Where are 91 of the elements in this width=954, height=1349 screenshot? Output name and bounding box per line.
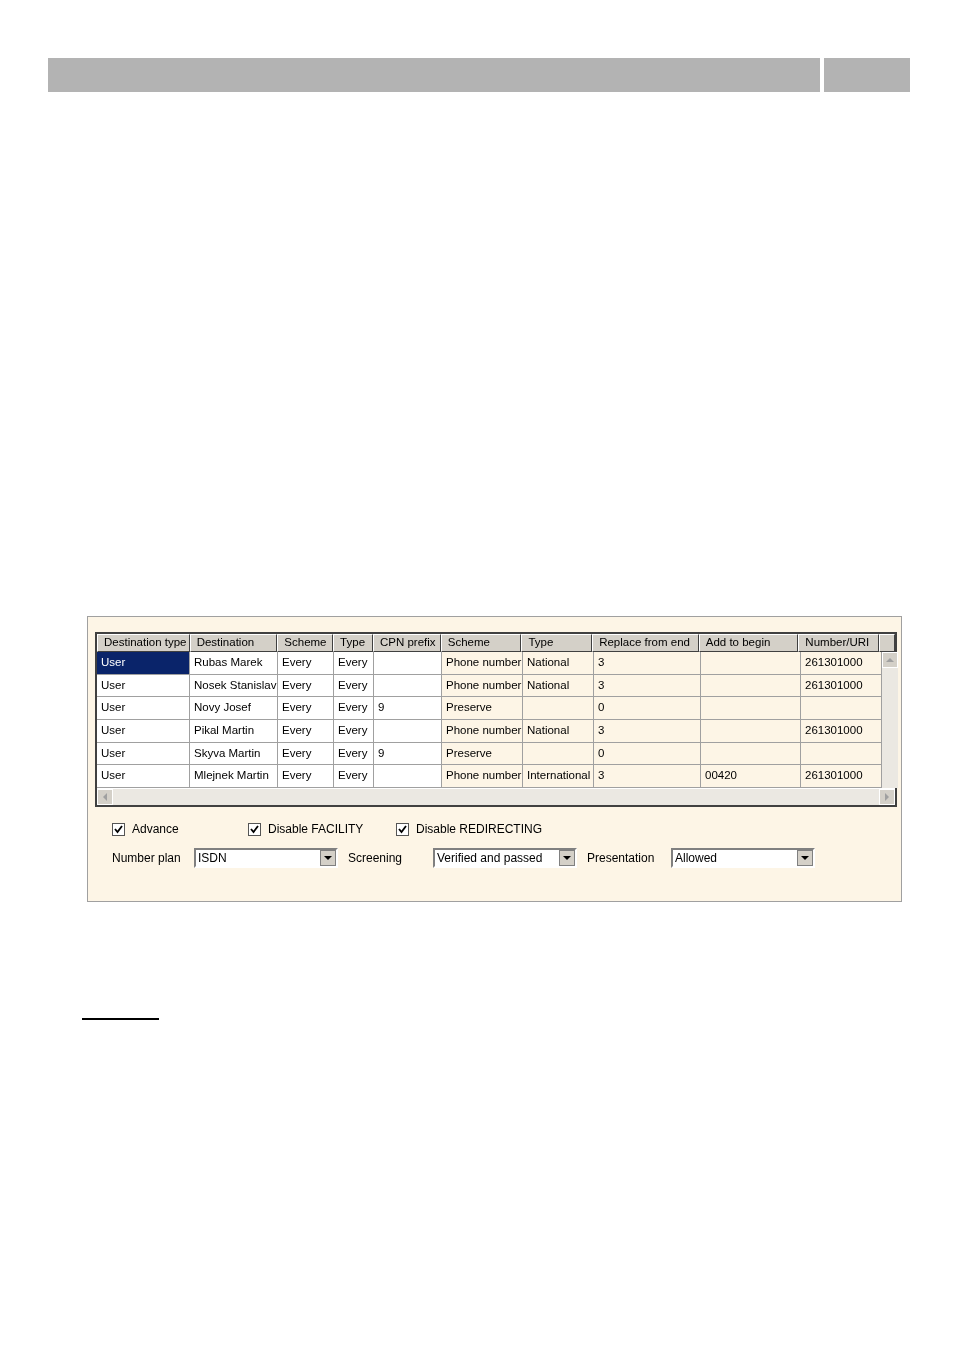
table-cell[interactable]: 0 (594, 742, 701, 766)
vertical-scrollbar[interactable] (882, 652, 898, 789)
horizontal-scrollbar[interactable] (97, 788, 895, 806)
column-header[interactable]: Destination (189, 634, 278, 652)
table-cell[interactable]: 3 (594, 765, 701, 789)
table-cell[interactable]: Preserve (442, 697, 523, 721)
table-cell[interactable]: Phone number (442, 652, 523, 675)
table-cell[interactable]: Preserve (442, 742, 523, 766)
table-cell[interactable] (374, 652, 442, 675)
table-cell[interactable]: 00420 (701, 765, 801, 789)
table-cell[interactable]: 9 (374, 697, 442, 721)
scroll-left-icon[interactable] (97, 789, 113, 806)
scroll-up-icon[interactable] (882, 652, 898, 668)
table-cell[interactable]: Every (278, 674, 334, 698)
column-header (879, 634, 895, 652)
table-cell[interactable]: User (97, 697, 190, 721)
table-cell[interactable]: Pikal Martin (190, 720, 278, 743)
field-label: Screening (348, 851, 404, 866)
table-cell[interactable]: Every (334, 674, 374, 698)
table-cell[interactable]: 0 (594, 697, 701, 721)
table-cell[interactable]: Every (278, 720, 334, 743)
column-header[interactable]: Scheme (277, 634, 334, 652)
table-cell[interactable] (701, 652, 801, 675)
scroll-right-icon[interactable] (879, 789, 895, 806)
table-cell[interactable] (801, 742, 882, 766)
table-cell[interactable]: Every (334, 765, 374, 789)
table-cell[interactable]: Every (278, 742, 334, 766)
table-cell[interactable]: User (97, 674, 190, 698)
column-header[interactable]: Type (333, 634, 373, 652)
caret-icon[interactable] (797, 850, 813, 867)
table-cell[interactable]: Mlejnek Martin (190, 765, 278, 789)
table-cell[interactable]: Phone number (442, 674, 523, 698)
column-header[interactable]: Replace from end (592, 634, 699, 652)
field-label: Number plan (112, 851, 182, 866)
table-cell[interactable]: 3 (594, 652, 701, 675)
table-cell[interactable] (374, 674, 442, 698)
table-cell[interactable]: Phone number (442, 720, 523, 743)
dropdown[interactable]: ISDN (194, 848, 338, 869)
table-cell[interactable] (523, 697, 594, 721)
dropdown[interactable]: Verified and passed (433, 848, 577, 869)
table-cell[interactable]: National (523, 720, 594, 743)
table-cell[interactable]: National (523, 652, 594, 675)
column-header[interactable]: Add to begin (698, 634, 799, 652)
table-cell[interactable]: User (97, 742, 190, 766)
table-cell[interactable] (701, 674, 801, 698)
table-cell[interactable]: User (97, 765, 190, 789)
table-cell[interactable] (701, 720, 801, 743)
table-cell[interactable]: 261301000 (801, 765, 882, 789)
table-cell[interactable]: Novy Josef (190, 697, 278, 721)
table-cell[interactable]: Skyva Martin (190, 742, 278, 766)
table-cell[interactable]: 261301000 (801, 674, 882, 698)
caret-icon[interactable] (559, 850, 575, 867)
column-header[interactable]: CPN prefix (372, 634, 441, 652)
caret-icon[interactable] (320, 850, 336, 867)
checkbox[interactable] (396, 822, 409, 836)
table-cell[interactable]: User (97, 720, 190, 743)
column-header[interactable]: Destination type (97, 634, 190, 652)
table-cell[interactable]: National (523, 674, 594, 698)
table-cell[interactable]: Every (334, 652, 374, 675)
table-cell[interactable]: Every (334, 720, 374, 743)
checkbox[interactable] (112, 822, 125, 836)
table-cell[interactable]: International (523, 765, 594, 789)
table-cell[interactable]: 261301000 (801, 720, 882, 743)
field-label: Presentation (587, 851, 656, 866)
table-cell[interactable] (701, 697, 801, 721)
table-cell[interactable] (801, 697, 882, 721)
table-cell[interactable]: Every (278, 652, 334, 675)
checkbox-label: Advance (132, 822, 179, 837)
checkbox[interactable] (248, 822, 261, 836)
dropdown[interactable]: Allowed (671, 848, 815, 869)
table-cell[interactable]: Rubas Marek (190, 652, 278, 675)
checkbox-label: Disable FACILITY (268, 822, 364, 837)
table-cell[interactable]: Every (278, 697, 334, 721)
table-cell[interactable]: 9 (374, 742, 442, 766)
checkbox-label: Disable REDIRECTING (416, 822, 543, 837)
table-cell[interactable]: 3 (594, 720, 701, 743)
column-header[interactable]: Scheme (440, 634, 522, 652)
table-cell[interactable]: 261301000 (801, 652, 882, 675)
table-cell[interactable]: User (97, 652, 190, 675)
table-cell[interactable] (523, 742, 594, 766)
table-cell[interactable]: 3 (594, 674, 701, 698)
table-cell[interactable] (701, 742, 801, 766)
table-cell[interactable]: Every (334, 697, 374, 721)
table-cell[interactable]: Phone number (442, 765, 523, 789)
table-cell[interactable] (374, 720, 442, 743)
table-cell[interactable]: Nosek Stanislav (190, 674, 278, 698)
table-cell[interactable]: Every (334, 742, 374, 766)
column-header[interactable]: Number/URI (798, 634, 880, 652)
table-cell[interactable]: Every (278, 765, 334, 789)
column-header[interactable]: Type (521, 634, 593, 652)
table-cell[interactable] (374, 765, 442, 789)
